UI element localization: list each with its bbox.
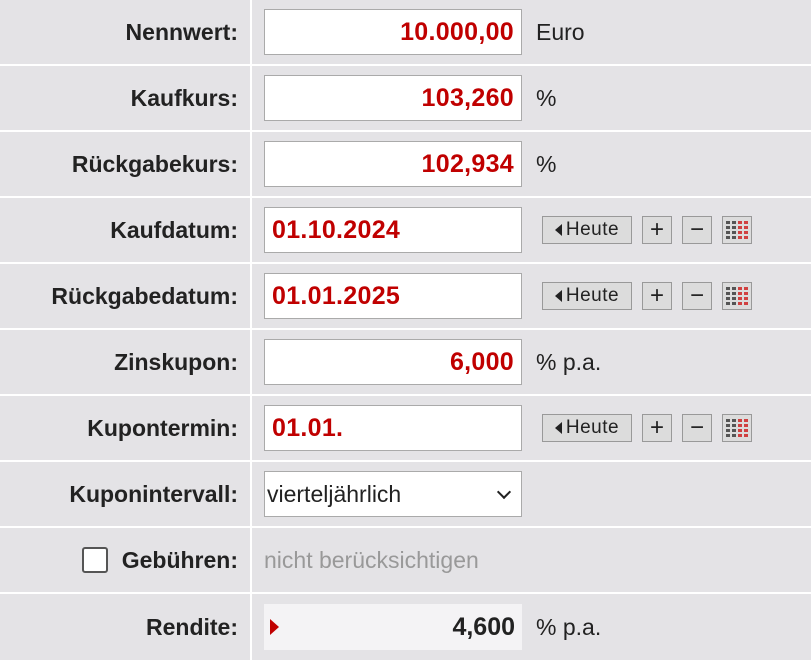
row-rueckgabedatum: Rückgabedatum: 01.01.2025 Heute + − [0, 264, 811, 328]
rueckgabedatum-controls: Heute + − [542, 282, 752, 310]
rendite-output: 4,600 [264, 604, 522, 650]
kupontermin-plus-button[interactable]: + [642, 414, 672, 442]
kaufkurs-input[interactable]: 103,260 [264, 75, 522, 121]
label-rueckgabekurs: Rückgabekurs: [0, 132, 250, 196]
kaufdatum-input[interactable]: 01.10.2024 [264, 207, 522, 253]
kaufdatum-minus-button[interactable]: − [682, 216, 712, 244]
unit-nennwert: Euro [536, 18, 585, 45]
rueckgabekurs-input[interactable]: 102,934 [264, 141, 522, 187]
row-rendite: Rendite: 4,600 % p.a. [0, 594, 811, 660]
triangle-left-icon [554, 422, 562, 434]
triangle-right-icon [270, 619, 279, 635]
unit-zinskupon: % p.a. [536, 348, 602, 375]
kupontermin-controls: Heute + − [542, 414, 752, 442]
kaufdatum-calendar-button[interactable] [722, 216, 752, 244]
row-rueckgabekurs: Rückgabekurs: 102,934 % [0, 132, 811, 196]
rueckgabedatum-today-button[interactable]: Heute [542, 282, 632, 310]
nennwert-input[interactable]: 10.000,00 [264, 9, 522, 55]
label-zinskupon: Zinskupon: [0, 330, 250, 394]
label-kuponintervall: Kuponintervall: [0, 462, 250, 526]
kuponintervall-selected: vierteljährlich [267, 480, 402, 507]
kupontermin-minus-button[interactable]: − [682, 414, 712, 442]
kupontermin-calendar-button[interactable] [722, 414, 752, 442]
gebuehren-status: nicht berücksichtigen [264, 546, 479, 573]
triangle-left-icon [554, 224, 562, 236]
unit-rueckgabekurs: % [536, 150, 557, 177]
kaufdatum-plus-button[interactable]: + [642, 216, 672, 244]
gebuehren-checkbox[interactable] [81, 547, 108, 573]
calendar-grid-icon [726, 287, 748, 305]
calendar-grid-icon [726, 221, 748, 239]
label-kaufkurs: Kaufkurs: [0, 66, 250, 130]
kupontermin-input[interactable]: 01.01. [264, 405, 522, 451]
rueckgabedatum-calendar-button[interactable] [722, 282, 752, 310]
kaufdatum-today-button[interactable]: Heute [542, 216, 632, 244]
bond-yield-form: Nennwert: 10.000,00 Euro Kaufkurs: 103,2… [0, 0, 811, 660]
kupontermin-today-button[interactable]: Heute [542, 414, 632, 442]
row-kuponintervall: Kuponintervall: vierteljährlich [0, 462, 811, 526]
row-gebuehren: Gebühren: nicht berücksichtigen [0, 528, 811, 592]
row-nennwert: Nennwert: 10.000,00 Euro [0, 0, 811, 64]
unit-rendite: % p.a. [536, 613, 602, 640]
zinskupon-input[interactable]: 6,000 [264, 339, 522, 385]
unit-kaufkurs: % [536, 84, 557, 111]
label-kupontermin: Kupontermin: [0, 396, 250, 460]
label-rendite: Rendite: [0, 594, 250, 660]
rueckgabedatum-plus-button[interactable]: + [642, 282, 672, 310]
row-kaufkurs: Kaufkurs: 103,260 % [0, 66, 811, 130]
row-kupontermin: Kupontermin: 01.01. Heute + − [0, 396, 811, 460]
calendar-grid-icon [726, 419, 748, 437]
label-gebuehren: Gebühren: [121, 546, 238, 573]
kuponintervall-select[interactable]: vierteljährlich [264, 471, 522, 517]
rueckgabedatum-minus-button[interactable]: − [682, 282, 712, 310]
label-nennwert: Nennwert: [0, 0, 250, 64]
kaufdatum-controls: Heute + − [542, 216, 752, 244]
rendite-value: 4,600 [452, 612, 515, 641]
row-kaufdatum: Kaufdatum: 01.10.2024 Heute + − [0, 198, 811, 262]
label-kaufdatum: Kaufdatum: [0, 198, 250, 262]
triangle-left-icon [554, 290, 562, 302]
rueckgabedatum-input[interactable]: 01.01.2025 [264, 273, 522, 319]
chevron-down-icon [496, 484, 512, 499]
label-rueckgabedatum: Rückgabedatum: [0, 264, 250, 328]
row-zinskupon: Zinskupon: 6,000 % p.a. [0, 330, 811, 394]
